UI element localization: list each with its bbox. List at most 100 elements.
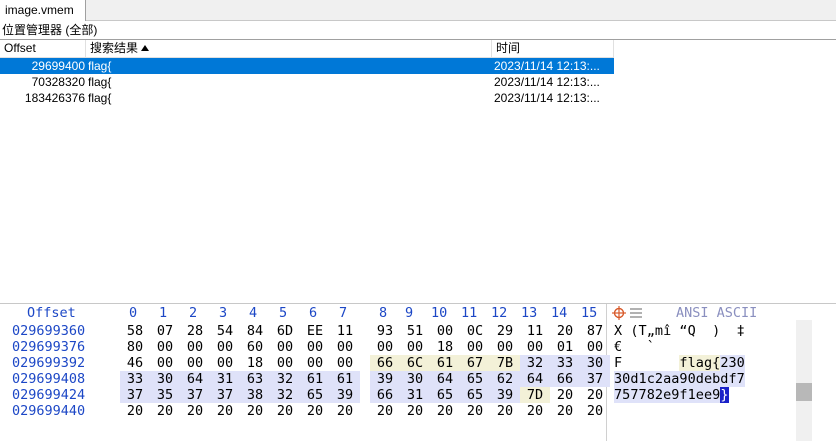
- hex-byte[interactable]: 58: [120, 323, 150, 339]
- hex-byte[interactable]: 84: [240, 323, 270, 339]
- hex-byte[interactable]: 20: [400, 403, 430, 419]
- hex-byte[interactable]: 20: [550, 403, 580, 419]
- hex-byte[interactable]: 00: [490, 339, 520, 355]
- hex-byte[interactable]: 20: [300, 403, 330, 419]
- ascii-row[interactable]: F flag{230: [614, 355, 745, 371]
- hex-byte[interactable]: 61: [300, 371, 330, 387]
- hex-byte[interactable]: 67: [460, 355, 490, 371]
- hex-byte[interactable]: 30: [580, 355, 610, 371]
- hex-byte[interactable]: 20: [460, 403, 490, 419]
- list-icon[interactable]: [630, 308, 642, 318]
- hex-byte[interactable]: 00: [460, 339, 490, 355]
- hex-byte[interactable]: 39: [490, 387, 520, 403]
- hex-byte[interactable]: 31: [210, 371, 240, 387]
- hex-byte[interactable]: 00: [270, 339, 300, 355]
- hex-byte[interactable]: 20: [490, 403, 520, 419]
- ascii-row[interactable]: X (T„mî “Q ) ‡: [614, 323, 745, 339]
- hex-byte[interactable]: 00: [330, 339, 360, 355]
- hex-byte[interactable]: 00: [210, 339, 240, 355]
- hex-byte[interactable]: 51: [400, 323, 430, 339]
- hex-byte[interactable]: 0C: [460, 323, 490, 339]
- table-row[interactable]: 29699400 flag{ 2023/11/14 12:13:...: [0, 58, 614, 74]
- column-header-time[interactable]: 时间: [492, 40, 614, 57]
- hex-byte[interactable]: 37: [210, 387, 240, 403]
- hex-byte[interactable]: 00: [370, 339, 400, 355]
- hex-byte[interactable]: 46: [120, 355, 150, 371]
- hex-byte[interactable]: EE: [300, 323, 330, 339]
- hex-byte[interactable]: 39: [370, 371, 400, 387]
- hex-byte[interactable]: 33: [120, 371, 150, 387]
- crosshair-icon[interactable]: [612, 306, 626, 320]
- ascii-row[interactable]: 757782e9f1ee9}: [614, 387, 729, 403]
- hex-byte[interactable]: 00: [400, 339, 430, 355]
- hex-byte[interactable]: 20: [550, 387, 580, 403]
- hex-byte[interactable]: 6D: [270, 323, 300, 339]
- hex-byte[interactable]: 38: [240, 387, 270, 403]
- hex-byte[interactable]: 35: [150, 387, 180, 403]
- hex-byte[interactable]: 20: [520, 403, 550, 419]
- hex-byte[interactable]: 11: [520, 323, 550, 339]
- hex-byte[interactable]: 62: [490, 371, 520, 387]
- hex-byte[interactable]: 37: [180, 387, 210, 403]
- hex-byte[interactable]: 11: [330, 323, 360, 339]
- hex-byte[interactable]: 80: [120, 339, 150, 355]
- hex-byte[interactable]: 66: [550, 371, 580, 387]
- tab-image-vmem[interactable]: image.vmem: [0, 0, 86, 21]
- hex-byte[interactable]: 00: [520, 339, 550, 355]
- hex-byte[interactable]: 00: [300, 339, 330, 355]
- hex-byte[interactable]: 65: [460, 387, 490, 403]
- hex-byte[interactable]: 37: [120, 387, 150, 403]
- hex-byte[interactable]: 01: [550, 339, 580, 355]
- hex-byte[interactable]: 20: [330, 403, 360, 419]
- hex-byte[interactable]: 20: [270, 403, 300, 419]
- hex-byte[interactable]: 93: [370, 323, 400, 339]
- hex-byte[interactable]: 20: [150, 403, 180, 419]
- hex-byte[interactable]: 00: [210, 355, 240, 371]
- hex-byte[interactable]: 6C: [400, 355, 430, 371]
- hex-byte[interactable]: 20: [370, 403, 400, 419]
- scrollbar-thumb[interactable]: [796, 383, 812, 401]
- hex-byte[interactable]: 61: [430, 355, 460, 371]
- hex-byte[interactable]: 20: [240, 403, 270, 419]
- hex-byte[interactable]: 00: [270, 355, 300, 371]
- hex-byte[interactable]: 32: [270, 371, 300, 387]
- hex-byte[interactable]: 64: [520, 371, 550, 387]
- hex-byte[interactable]: 60: [240, 339, 270, 355]
- hex-byte[interactable]: 20: [580, 403, 610, 419]
- hex-byte[interactable]: 65: [430, 387, 460, 403]
- hex-byte[interactable]: 66: [370, 387, 400, 403]
- hex-byte[interactable]: 7B: [490, 355, 520, 371]
- hex-byte[interactable]: 18: [430, 339, 460, 355]
- table-row[interactable]: 183426376 flag{ 2023/11/14 12:13:...: [0, 90, 614, 106]
- hex-byte[interactable]: 31: [400, 387, 430, 403]
- hex-byte[interactable]: 20: [550, 323, 580, 339]
- hex-byte[interactable]: 20: [430, 403, 460, 419]
- hex-byte[interactable]: 00: [150, 355, 180, 371]
- hex-byte[interactable]: 66: [370, 355, 400, 371]
- hex-byte[interactable]: 20: [580, 387, 610, 403]
- hex-byte[interactable]: 39: [330, 387, 360, 403]
- hex-byte[interactable]: 18: [240, 355, 270, 371]
- hex-byte[interactable]: 32: [520, 355, 550, 371]
- hex-byte[interactable]: 7D: [520, 387, 550, 403]
- hex-byte[interactable]: 29: [490, 323, 520, 339]
- table-row[interactable]: 70328320 flag{ 2023/11/14 12:13:...: [0, 74, 614, 90]
- hex-byte[interactable]: 33: [550, 355, 580, 371]
- hex-byte[interactable]: 87: [580, 323, 610, 339]
- hex-byte[interactable]: 00: [430, 323, 460, 339]
- ascii-row[interactable]: 30d1c2aa90debdf7: [614, 371, 745, 387]
- hex-byte[interactable]: 00: [150, 339, 180, 355]
- hex-byte[interactable]: 65: [300, 387, 330, 403]
- hex-byte[interactable]: 00: [300, 355, 330, 371]
- hex-byte[interactable]: 30: [150, 371, 180, 387]
- hex-byte[interactable]: 20: [120, 403, 150, 419]
- hex-byte[interactable]: 00: [180, 355, 210, 371]
- ascii-row[interactable]: € `: [614, 339, 745, 355]
- hex-byte[interactable]: 63: [240, 371, 270, 387]
- ascii-header[interactable]: ANSI ASCII: [676, 304, 757, 322]
- hex-byte[interactable]: 00: [330, 355, 360, 371]
- vertical-scrollbar[interactable]: [796, 320, 812, 441]
- hex-byte[interactable]: 20: [180, 403, 210, 419]
- column-header-offset[interactable]: Offset: [0, 40, 86, 57]
- column-header-result[interactable]: 搜索结果: [86, 40, 492, 57]
